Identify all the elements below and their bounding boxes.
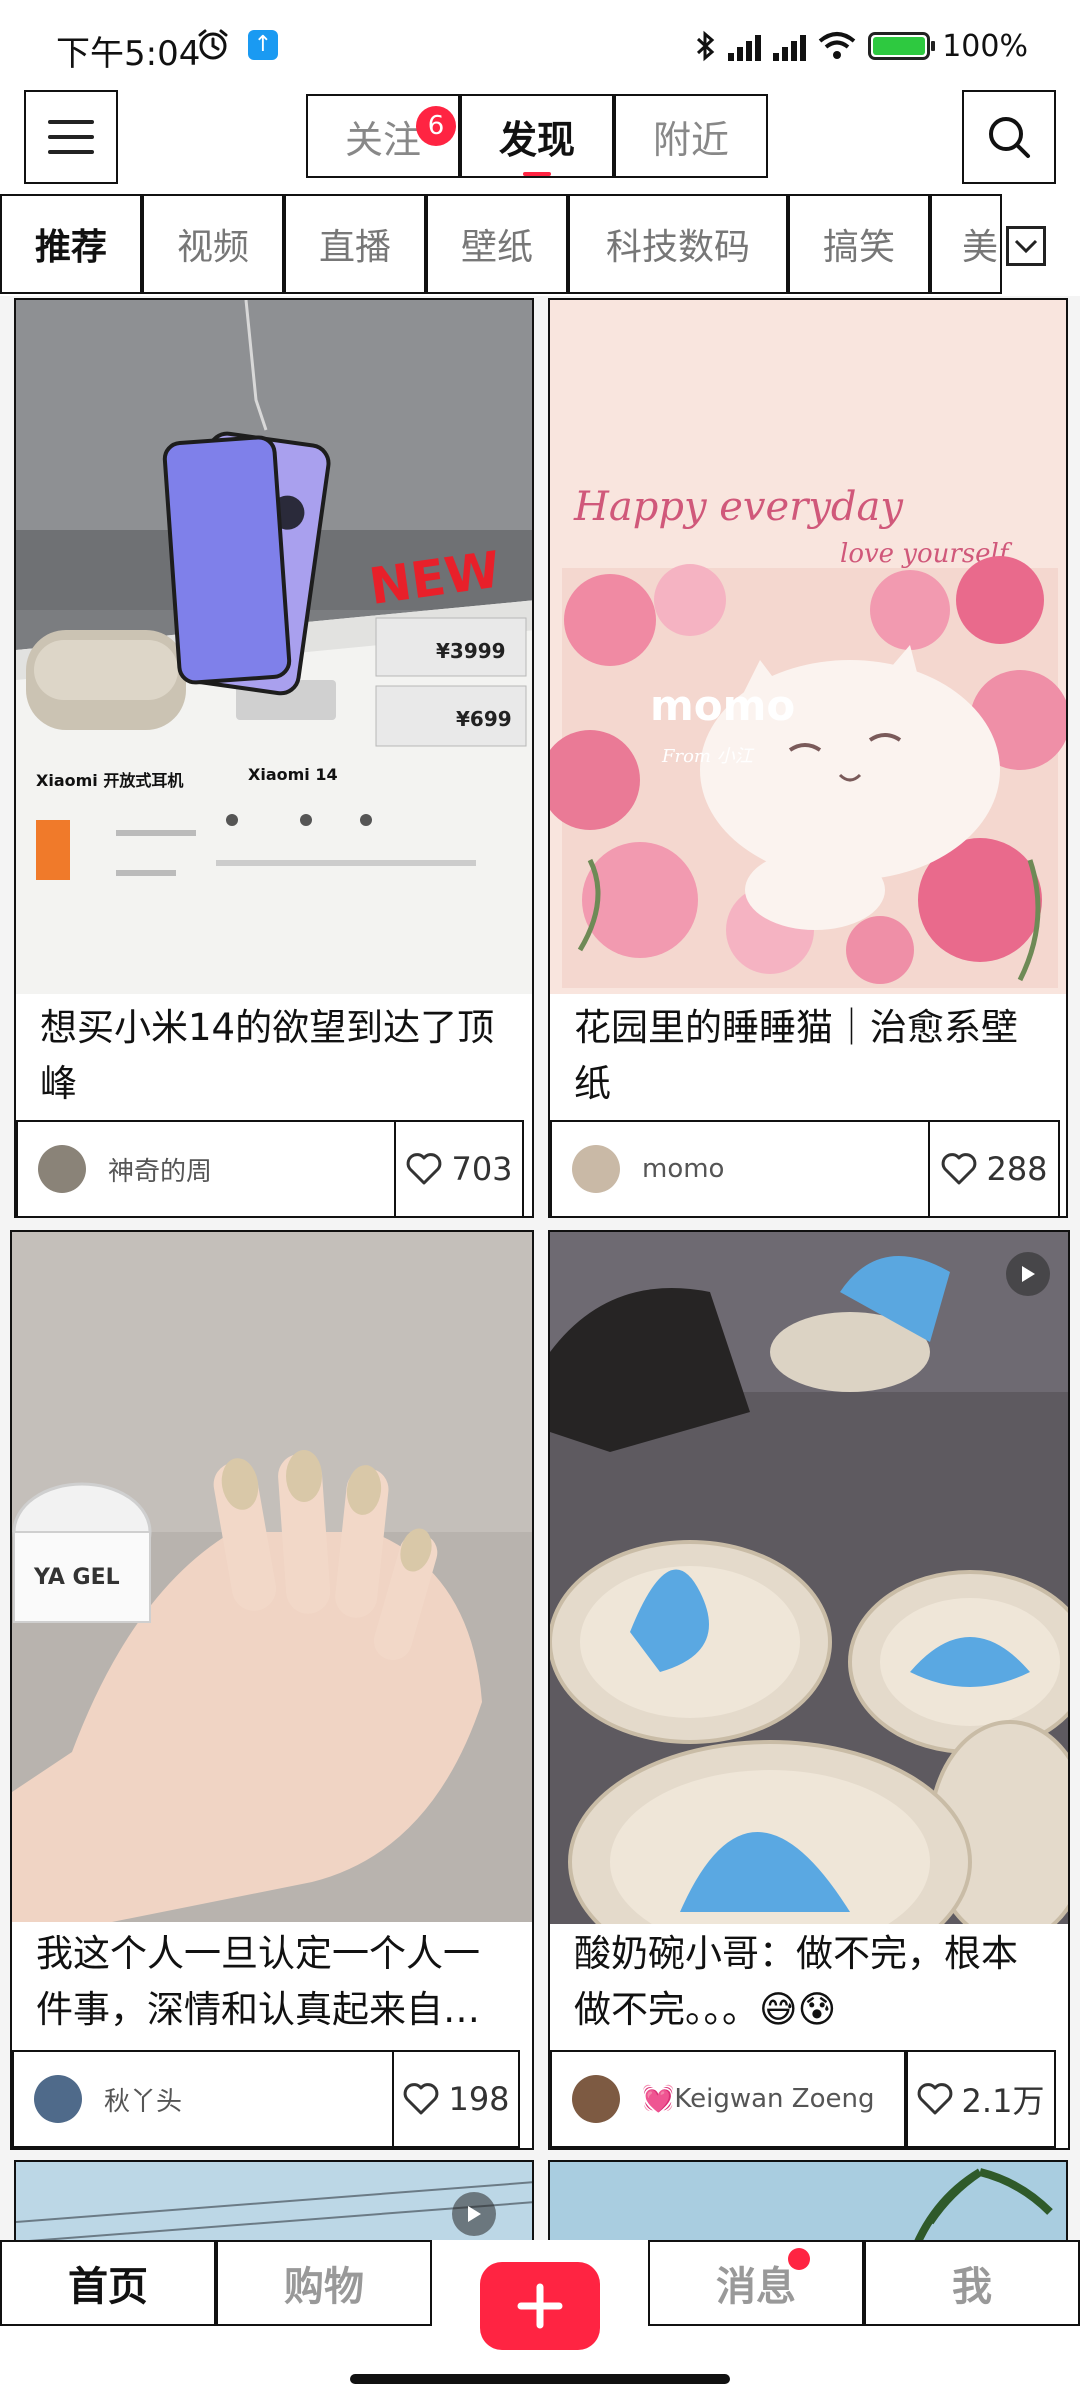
- status-time: 下午5:04: [56, 34, 201, 74]
- search-icon: [989, 117, 1030, 158]
- avatar: [572, 2075, 620, 2123]
- following-badge: 6: [416, 106, 456, 146]
- heart-icon: [404, 2083, 439, 2115]
- like-button[interactable]: 2.1万: [904, 2050, 1056, 2148]
- avatar: [34, 2075, 82, 2123]
- ya-gel-label: YA GEL: [33, 1565, 120, 1590]
- xiaomi14-text: Xiaomi 14: [248, 765, 338, 784]
- author-name: momo: [642, 1154, 725, 1184]
- like-count: 198: [448, 2080, 510, 2118]
- happy-everyday-text: Happy everyday: [573, 484, 904, 530]
- heart-icon: [407, 1153, 442, 1185]
- nav-me-label: 我: [952, 2264, 992, 2310]
- category-live[interactable]: 直播: [284, 194, 426, 294]
- card-image-cat-wallpaper: Happy everyday love yourself momo From 小…: [550, 300, 1066, 994]
- upload-notification-icon: ↑: [248, 30, 278, 60]
- tab-nearby-label: 附近: [652, 117, 729, 162]
- feed-card-4[interactable]: 酸奶碗小哥：做不完，根本做不完。。。😅😰 💓Keigwan Zoeng 2.1万: [548, 1230, 1070, 2150]
- author-name: 💓Keigwan Zoeng: [642, 2084, 875, 2114]
- yogurt-bowl-photo: [550, 1232, 1068, 1924]
- card-image-yogurt-bowls: [550, 1232, 1068, 1924]
- feed-card-3[interactable]: YA GEL 我这个人一旦认定一个人一件事，深情和认真起来自… 秋丫头 198: [10, 1230, 534, 2150]
- status-bar: 下午5:04 ↑ 100%: [0, 0, 1080, 90]
- bluetooth-icon: [697, 30, 715, 62]
- avatar: [38, 1145, 86, 1193]
- nav-me[interactable]: 我: [864, 2240, 1080, 2326]
- card-image-phone-display: NEW ¥3999 ¥699 Xiaomi 开放式耳机 Xiaomi 14: [16, 300, 532, 994]
- heart-icon: [917, 2083, 952, 2115]
- like-count: 2.1万: [961, 2082, 1045, 2120]
- author-name: 神奇的周: [108, 1156, 213, 1187]
- card-title: 酸奶碗小哥：做不完，根本做不完。。。😅😰: [574, 1932, 1018, 2031]
- nav-messages-label: 消息: [716, 2264, 796, 2310]
- price-2-text: ¥699: [456, 707, 512, 731]
- card-image-nails: YA GEL: [12, 1232, 532, 1922]
- home-indicator[interactable]: [350, 2374, 730, 2384]
- menu-icon: [48, 120, 94, 154]
- like-button[interactable]: 288: [928, 1120, 1060, 1216]
- nav-shopping-label: 购物: [284, 2264, 364, 2310]
- video-play-icon: [452, 2192, 496, 2236]
- price-1-text: ¥3999: [436, 639, 506, 663]
- momo-watermark: momo: [650, 681, 795, 730]
- tab-following-label: 关注: [344, 117, 421, 162]
- category-video[interactable]: 视频: [142, 194, 284, 294]
- signal-icon: [728, 31, 762, 61]
- category-funny[interactable]: 搞笑: [788, 194, 930, 294]
- main-tabs: 关注 6 发现 附近: [306, 94, 768, 178]
- app-screen: 下午5:04 ↑ 100% 关注 6 发现 附近 推荐 视频 直播 壁纸 科技数…: [0, 0, 1080, 2400]
- status-indicators: 100%: [694, 26, 1028, 66]
- like-count: 288: [986, 1150, 1048, 1188]
- from-watermark: From 小江: [661, 746, 755, 767]
- video-play-icon: [1006, 1252, 1050, 1296]
- publish-button[interactable]: [480, 2262, 600, 2350]
- plus-icon: [517, 2283, 563, 2329]
- like-button[interactable]: 198: [392, 2050, 520, 2148]
- like-button[interactable]: 703: [394, 1120, 524, 1216]
- tab-following[interactable]: 关注 6: [306, 94, 460, 178]
- category-expand-button[interactable]: [1006, 226, 1046, 266]
- battery-icon: [868, 32, 936, 60]
- top-nav: 关注 6 发现 附近: [0, 90, 1080, 190]
- author-info[interactable]: momo: [550, 1120, 930, 1216]
- category-bar: 推荐 视频 直播 壁纸 科技数码 搞笑 美: [0, 190, 1080, 296]
- author-name: 秋丫头: [104, 2086, 183, 2117]
- chevron-down-icon: [1014, 239, 1038, 254]
- card-title: 花园里的睡睡猫｜治愈系壁纸: [574, 1006, 1018, 1105]
- wifi-icon: [818, 32, 856, 59]
- category-wallpaper[interactable]: 壁纸: [426, 194, 568, 294]
- cat-wallpaper-illustration: Happy everyday love yourself momo From 小…: [550, 300, 1066, 994]
- nav-shopping[interactable]: 购物: [216, 2240, 432, 2326]
- like-count: 703: [451, 1150, 513, 1188]
- author-info[interactable]: 神奇的周: [16, 1120, 396, 1216]
- card-title: 想买小米14的欲望到达了顶峰: [40, 1006, 495, 1105]
- tab-discover[interactable]: 发现: [460, 94, 614, 178]
- nav-home-label: 首页: [68, 2264, 148, 2310]
- feed-card-2[interactable]: Happy everyday love yourself momo From 小…: [548, 298, 1068, 1218]
- category-recommend[interactable]: 推荐: [0, 194, 142, 294]
- tab-discover-label: 发现: [498, 117, 575, 162]
- nail-gel-photo: YA GEL: [12, 1232, 532, 1922]
- nav-home[interactable]: 首页: [0, 2240, 216, 2326]
- earbuds-text: Xiaomi 开放式耳机: [36, 771, 183, 790]
- feed-card-1[interactable]: NEW ¥3999 ¥699 Xiaomi 开放式耳机 Xiaomi 14 想买…: [14, 298, 534, 1218]
- alarm-icon: [198, 29, 228, 60]
- heart-icon: [942, 1153, 977, 1185]
- battery-percent: 100%: [942, 28, 1028, 64]
- phone-display-photo: NEW ¥3999 ¥699 Xiaomi 开放式耳机 Xiaomi 14: [16, 300, 532, 994]
- tab-nearby[interactable]: 附近: [614, 94, 768, 178]
- category-tech[interactable]: 科技数码: [568, 194, 788, 294]
- search-button[interactable]: [962, 90, 1056, 184]
- message-unread-dot: [788, 2248, 810, 2270]
- author-info[interactable]: 💓Keigwan Zoeng: [550, 2050, 908, 2148]
- avatar: [572, 1145, 620, 1193]
- menu-button[interactable]: [24, 90, 118, 184]
- author-info[interactable]: 秋丫头: [12, 2050, 394, 2148]
- category-beauty[interactable]: 美: [930, 194, 1002, 294]
- signal-icon-2: [773, 31, 807, 61]
- card-title: 我这个人一旦认定一个人一件事，深情和认真起来自…: [36, 1932, 480, 2031]
- nav-messages[interactable]: 消息: [648, 2240, 864, 2326]
